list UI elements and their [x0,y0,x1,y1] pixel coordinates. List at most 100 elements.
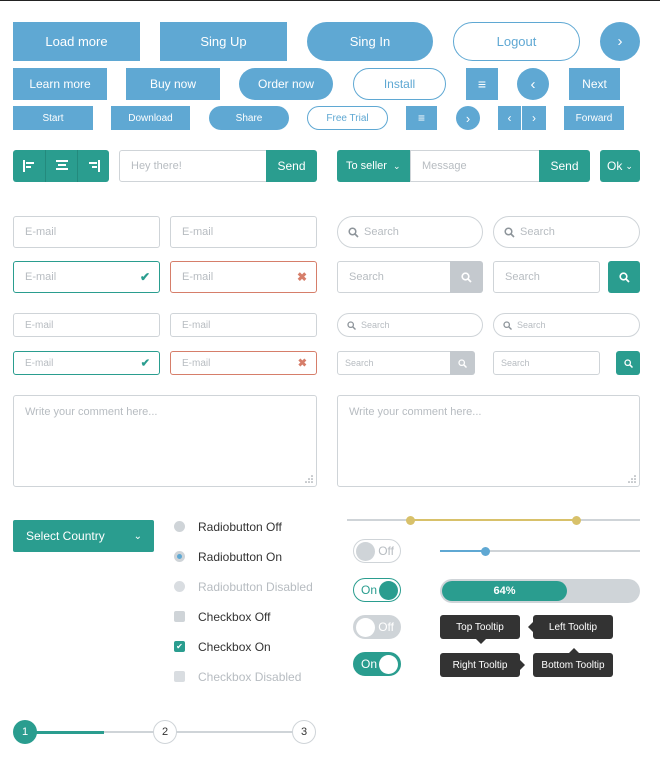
chevron-down-icon: ⌄ [625,160,633,171]
search-button-small[interactable] [450,351,475,375]
progress-label: 64% [493,585,516,597]
left-tooltip-label: Left Tooltip [548,621,598,633]
learn-more-button[interactable]: Learn more [13,68,107,100]
step-1[interactable]: 1 [13,720,37,744]
menu-small-button[interactable]: ≡ [406,106,437,130]
checkbox-on[interactable]: ✔ [174,641,185,652]
checkbox-disabled [174,671,185,682]
start-button[interactable]: Start [13,106,93,130]
select-country-dropdown[interactable]: Select Country ⌄ [13,520,154,552]
search-button-small[interactable] [616,351,640,375]
send-button[interactable]: Send [266,150,317,182]
chevron-right-small-button[interactable]: › [456,106,480,130]
check-icon: ✔ [139,270,150,284]
email-field-error[interactable]: E-mail ✖ [170,261,317,293]
radio-on[interactable] [174,551,185,562]
search-input[interactable]: Search [493,261,600,293]
align-left-button[interactable] [13,150,45,182]
align-center-button[interactable] [45,150,77,182]
email-field[interactable]: E-mail [13,216,160,248]
checkbox-off[interactable] [174,611,185,622]
search-placeholder: Search [520,226,555,238]
radio-disabled-label: Radiobutton Disabled [198,580,313,594]
search-input[interactable]: Search [337,261,451,293]
search-input[interactable]: Search [493,216,640,248]
email-field-small[interactable]: E-mail [13,313,160,337]
search-icon [623,358,633,368]
align-right-icon [88,160,100,172]
range-slider-handle-max[interactable] [572,516,581,525]
comment-textarea[interactable]: Write your comment here... [13,395,317,487]
email-placeholder: E-mail [182,357,211,369]
email-field-small[interactable]: E-mail [170,313,317,337]
email-field[interactable]: E-mail [170,216,317,248]
search-icon [503,320,512,330]
email-field-small-error[interactable]: E-mail ✖ [170,351,317,375]
align-left-icon [23,160,34,172]
step-2[interactable]: 2 [153,720,177,744]
radio-off[interactable] [174,521,185,532]
load-more-button[interactable]: Load more [13,22,140,61]
search-placeholder: Search [517,320,546,330]
menu-button[interactable]: ≡ [466,68,498,100]
toggle-off-label: Off [378,544,394,558]
search-button[interactable] [608,261,640,293]
search-input-small[interactable]: Search [493,313,640,337]
search-input-small[interactable]: Search [337,313,483,337]
order-now-button[interactable]: Order now [239,68,333,100]
search-input[interactable]: Search [337,216,483,248]
toggle-on[interactable]: On [353,652,401,676]
seller-message-input[interactable]: Message [410,150,540,182]
prev-page-button[interactable]: ‹ [498,106,521,130]
align-right-button[interactable] [77,150,109,182]
search-button[interactable] [450,261,483,293]
select-country-label: Select Country [26,529,105,543]
search-icon [348,226,359,238]
share-button[interactable]: Share [209,106,289,130]
toggle-on-outline[interactable]: On [353,578,401,602]
checkbox-disabled-label: Checkbox Disabled [198,670,302,684]
search-icon [458,358,467,368]
close-icon: ✖ [297,357,307,370]
comment-placeholder: Write your comment here... [349,406,482,418]
toggle-off[interactable]: Off [353,615,401,639]
chevron-left-button[interactable]: ‹ [517,68,549,100]
sign-up-button[interactable]: Sing Up [160,22,287,61]
top-tooltip-label: Top Tooltip [456,621,504,633]
check-icon: ✔ [140,357,150,370]
next-page-button[interactable]: › [522,106,546,130]
step-3[interactable]: 3 [292,720,316,744]
chevron-right-button[interactable]: › [600,22,640,61]
search-input-small[interactable]: Search [337,351,451,375]
forward-button[interactable]: Forward [564,106,624,130]
search-placeholder: Search [361,320,390,330]
email-field-small-valid[interactable]: E-mail ✔ [13,351,160,375]
hamburger-icon: ≡ [417,111,425,125]
resize-handle-icon[interactable] [305,475,313,483]
toggle-on-label: On [361,583,378,597]
install-button[interactable]: Install [353,68,446,100]
search-icon [618,271,630,283]
toggle-off-disabled: Off [353,539,401,563]
chevron-right-icon: › [465,110,471,126]
progress-fill: 64% [442,581,567,601]
chevron-right-icon: › [617,33,623,50]
sign-in-button[interactable]: Sing In [307,22,433,61]
buy-now-button[interactable]: Buy now [126,68,220,100]
chevron-right-icon: › [532,111,536,125]
range-slider-handle-min[interactable] [406,516,415,525]
seller-send-button[interactable]: Send [539,150,590,182]
radio-off-label: Radiobutton Off [198,520,282,534]
next-button[interactable]: Next [569,68,620,100]
comment-textarea[interactable]: Write your comment here... [337,395,640,487]
logout-button[interactable]: Logout [453,22,580,61]
slider-handle[interactable] [481,547,490,556]
to-seller-dropdown[interactable]: To seller ⌄ [337,150,411,182]
download-button[interactable]: Download [111,106,190,130]
search-input-small[interactable]: Search [493,351,600,375]
message-input[interactable]: Hey there! [119,150,269,182]
ok-dropdown-button[interactable]: Ok ⌄ [600,150,640,182]
resize-handle-icon[interactable] [628,475,636,483]
email-field-valid[interactable]: E-mail ✔ [13,261,160,293]
free-trial-button[interactable]: Free Trial [307,106,388,130]
